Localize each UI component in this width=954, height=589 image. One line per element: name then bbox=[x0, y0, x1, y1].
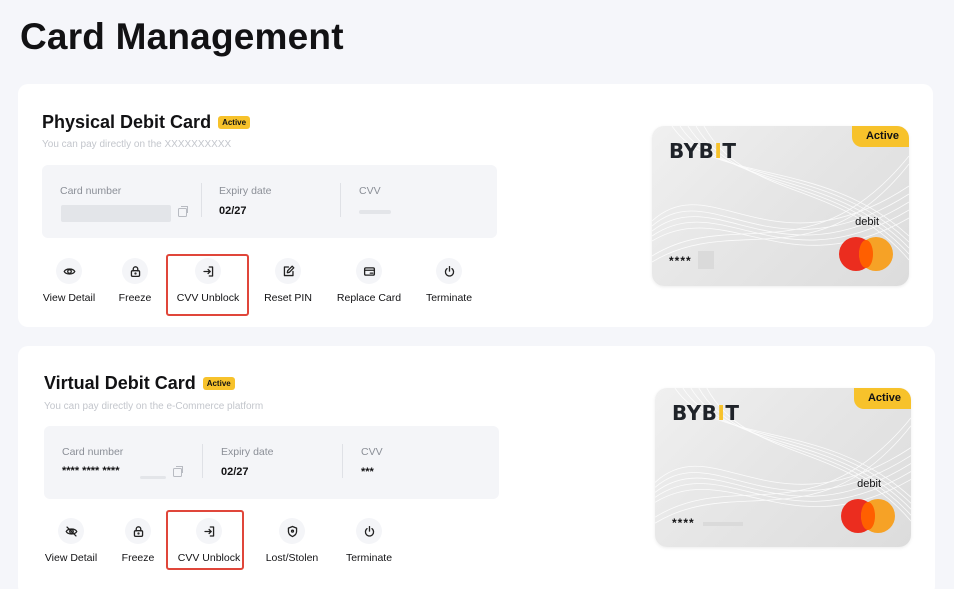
divider bbox=[340, 183, 341, 217]
physical-card-image: BYBIT Active debit **** bbox=[652, 126, 909, 286]
cvv-field: CVV *** bbox=[361, 426, 461, 499]
expiry-date-field: Expiry date 02/27 bbox=[219, 165, 339, 238]
page-title: Card Management bbox=[20, 16, 344, 57]
virtual-card-subtitle: You can pay directly on the e-Commerce p… bbox=[44, 401, 264, 412]
mastercard-icon bbox=[839, 237, 893, 271]
cvv-masked bbox=[359, 210, 391, 214]
card-number-field: Card number **** **** **** bbox=[62, 426, 202, 499]
cvv-label: CVV bbox=[359, 185, 381, 197]
cvv-unblock-highlight bbox=[166, 510, 244, 570]
action-label: Lost/Stolen bbox=[265, 552, 319, 564]
virtual-card-panel: Virtual Debit Card Active You can pay di… bbox=[18, 346, 935, 589]
shield-icon bbox=[279, 518, 305, 544]
expiry-date-label: Expiry date bbox=[221, 446, 274, 458]
terminate-button[interactable]: Terminate bbox=[343, 518, 395, 564]
power-icon bbox=[436, 258, 462, 284]
card-status-badge: Active bbox=[853, 388, 911, 409]
card-number-label: Card number bbox=[62, 446, 124, 458]
action-label: Freeze bbox=[121, 552, 155, 564]
divider bbox=[342, 444, 343, 478]
card-number-masked bbox=[61, 205, 171, 222]
card-number-value: **** **** **** bbox=[62, 465, 120, 477]
action-label: Replace Card bbox=[336, 292, 402, 304]
virtual-card-info-box: Card number **** **** **** Expiry date 0… bbox=[44, 426, 499, 499]
virtual-card-image: BYBIT Active debit **** bbox=[655, 388, 911, 547]
divider bbox=[201, 183, 202, 217]
card-number-masked bbox=[140, 476, 166, 479]
cvv-value: *** bbox=[361, 466, 374, 478]
lock-icon bbox=[122, 258, 148, 284]
physical-card-panel: Physical Debit Card Active You can pay d… bbox=[18, 84, 933, 327]
card-number-field: Card number bbox=[60, 165, 200, 238]
action-label: Freeze bbox=[118, 292, 152, 304]
card-type-label: debit bbox=[855, 216, 879, 228]
expiry-date-field: Expiry date 02/27 bbox=[221, 426, 341, 499]
bybit-logo: BYBIT bbox=[669, 139, 737, 163]
cvv-field: CVV bbox=[359, 165, 459, 238]
status-badge: Active bbox=[218, 116, 251, 129]
lock-icon bbox=[125, 518, 151, 544]
action-label: Terminate bbox=[425, 292, 473, 304]
copy-icon[interactable] bbox=[178, 206, 188, 217]
edit-icon bbox=[275, 258, 301, 284]
lost-stolen-button[interactable]: Lost/Stolen bbox=[262, 518, 322, 564]
card-number-text: **** bbox=[669, 254, 692, 268]
cvv-unblock-highlight bbox=[166, 254, 249, 316]
reset-pin-button[interactable]: Reset PIN bbox=[261, 258, 315, 304]
card-icon bbox=[356, 258, 382, 284]
physical-card-info-box: Card number Expiry date 02/27 CVV bbox=[42, 165, 497, 238]
action-label: View Detail bbox=[44, 552, 98, 564]
card-type-label: debit bbox=[857, 478, 881, 490]
eye-icon bbox=[56, 258, 82, 284]
card-number-mask bbox=[703, 522, 743, 526]
eye-off-icon bbox=[58, 518, 84, 544]
virtual-card-heading: Virtual Debit Card Active bbox=[44, 373, 235, 394]
physical-card-title: Physical Debit Card bbox=[42, 112, 212, 132]
virtual-card-title: Virtual Debit Card bbox=[44, 373, 196, 393]
expiry-date-value: 02/27 bbox=[221, 466, 249, 478]
physical-card-heading: Physical Debit Card Active bbox=[42, 112, 251, 133]
action-label: View Detail bbox=[42, 292, 96, 304]
replace-card-button[interactable]: Replace Card bbox=[335, 258, 403, 304]
card-status-badge: Active bbox=[851, 126, 909, 147]
freeze-button[interactable]: Freeze bbox=[115, 258, 155, 304]
physical-card-actions: View Detail Freeze CVV Unblock Reset PIN… bbox=[18, 258, 498, 308]
view-detail-button[interactable]: View Detail bbox=[44, 518, 98, 564]
mastercard-icon bbox=[841, 499, 895, 533]
freeze-button[interactable]: Freeze bbox=[118, 518, 158, 564]
divider bbox=[202, 444, 203, 478]
power-icon bbox=[356, 518, 382, 544]
terminate-button[interactable]: Terminate bbox=[423, 258, 475, 304]
bybit-logo: BYBIT bbox=[672, 401, 740, 425]
expiry-date-value: 02/27 bbox=[219, 205, 247, 217]
physical-card-subtitle: You can pay directly on the XXXXXXXXXX bbox=[42, 139, 232, 150]
card-number-text: **** bbox=[672, 516, 695, 530]
card-number-label: Card number bbox=[60, 185, 122, 197]
expiry-date-label: Expiry date bbox=[219, 185, 272, 197]
view-detail-button[interactable]: View Detail bbox=[42, 258, 96, 304]
status-badge: Active bbox=[202, 377, 235, 390]
card-number-mask bbox=[698, 251, 714, 269]
copy-icon[interactable] bbox=[173, 466, 183, 477]
action-label: Reset PIN bbox=[264, 292, 312, 304]
action-label: Terminate bbox=[345, 552, 393, 564]
cvv-label: CVV bbox=[361, 446, 383, 458]
